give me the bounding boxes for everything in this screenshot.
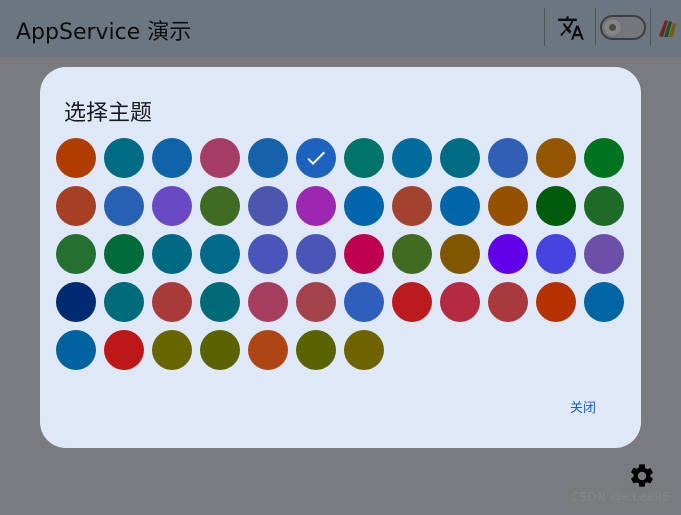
color-swatch[interactable] — [344, 282, 384, 322]
color-swatch[interactable] — [488, 234, 528, 274]
color-swatch[interactable] — [344, 186, 384, 226]
color-swatch[interactable] — [104, 282, 144, 322]
color-swatch[interactable] — [440, 186, 480, 226]
theme-picker-dialog: 选择主题 关闭 — [40, 67, 641, 448]
color-swatch[interactable] — [536, 186, 576, 226]
color-swatch[interactable] — [56, 234, 96, 274]
color-swatch[interactable] — [392, 234, 432, 274]
color-swatch[interactable] — [248, 282, 288, 322]
color-swatch[interactable] — [344, 138, 384, 178]
color-swatch[interactable] — [104, 138, 144, 178]
color-swatch[interactable] — [584, 138, 624, 178]
dialog-title: 选择主题 — [64, 101, 153, 126]
color-swatch-selected[interactable] — [296, 138, 336, 178]
color-swatch[interactable] — [584, 186, 624, 226]
color-swatch[interactable] — [584, 282, 624, 322]
color-swatch[interactable] — [296, 234, 336, 274]
color-swatch[interactable] — [56, 138, 96, 178]
color-swatch[interactable] — [536, 282, 576, 322]
color-swatch[interactable] — [56, 282, 96, 322]
close-button[interactable]: 关闭 — [566, 395, 600, 418]
color-swatch[interactable] — [488, 138, 528, 178]
color-swatch[interactable] — [152, 186, 192, 226]
color-swatch[interactable] — [56, 186, 96, 226]
color-swatch[interactable] — [200, 186, 240, 226]
color-swatch[interactable] — [296, 186, 336, 226]
color-swatch[interactable] — [584, 234, 624, 274]
color-swatch[interactable] — [200, 282, 240, 322]
color-swatch[interactable] — [536, 234, 576, 274]
check-icon — [307, 151, 325, 165]
color-swatch[interactable] — [440, 282, 480, 322]
color-swatch[interactable] — [104, 186, 144, 226]
color-swatch[interactable] — [200, 138, 240, 178]
color-swatch[interactable] — [104, 330, 144, 370]
color-swatch[interactable] — [440, 138, 480, 178]
color-swatch[interactable] — [488, 186, 528, 226]
color-swatch[interactable] — [392, 186, 432, 226]
color-swatch[interactable] — [152, 282, 192, 322]
color-swatch[interactable] — [536, 138, 576, 178]
color-swatch[interactable] — [392, 138, 432, 178]
color-swatch[interactable] — [152, 138, 192, 178]
color-swatch[interactable] — [344, 330, 384, 370]
color-swatch[interactable] — [248, 138, 288, 178]
color-swatch[interactable] — [344, 234, 384, 274]
color-swatch[interactable] — [392, 282, 432, 322]
color-swatch[interactable] — [440, 234, 480, 274]
color-swatch[interactable] — [152, 330, 192, 370]
color-swatch[interactable] — [200, 330, 240, 370]
color-swatch[interactable] — [248, 186, 288, 226]
color-swatch[interactable] — [104, 234, 144, 274]
color-swatch[interactable] — [248, 234, 288, 274]
color-swatch[interactable] — [248, 330, 288, 370]
color-swatch[interactable] — [56, 330, 96, 370]
color-swatch[interactable] — [488, 282, 528, 322]
color-swatch[interactable] — [152, 234, 192, 274]
color-swatch[interactable] — [296, 282, 336, 322]
color-swatch[interactable] — [200, 234, 240, 274]
color-swatch[interactable] — [296, 330, 336, 370]
